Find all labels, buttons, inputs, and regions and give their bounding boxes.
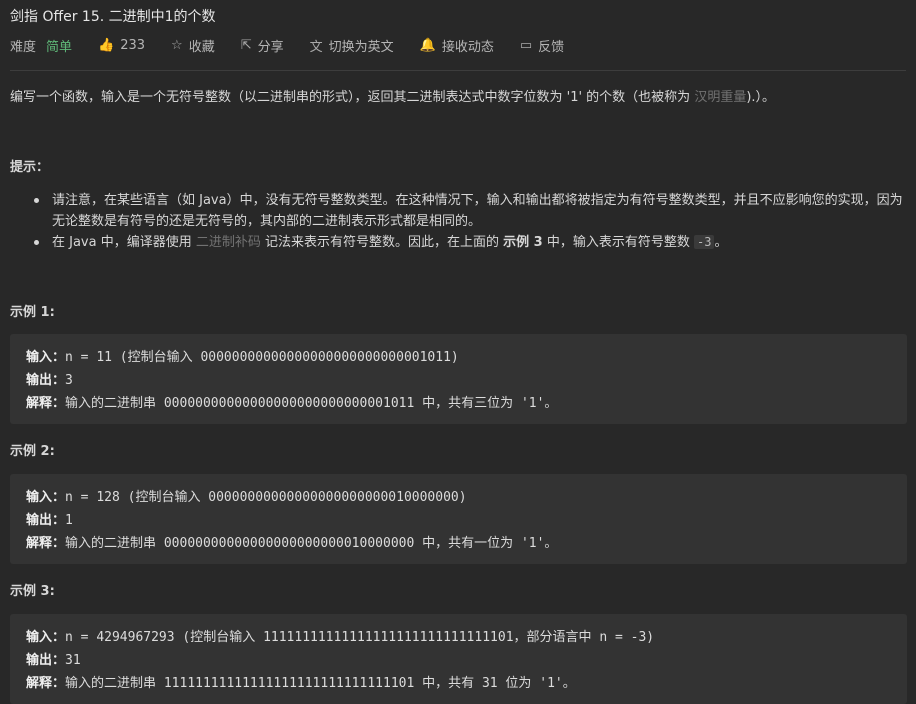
input-value: n = 4294967293 (控制台输入 111111111111111111… (65, 630, 655, 645)
hints-title: 提示： (10, 160, 50, 175)
example-output-line: 输出：1 (26, 509, 73, 528)
like-count: 233 (120, 37, 146, 53)
explain-value: 输入的二进制串 00000000000000000000000010000000… (65, 536, 558, 551)
example-title: 示例 2: (10, 444, 55, 459)
example-box: 输入：n = 128 (控制台输入 0000000000000000000000… (10, 474, 907, 564)
favorite-button[interactable]: ☆ 收藏 (171, 36, 215, 55)
twos-complement-link[interactable]: 二进制补码 (196, 235, 261, 250)
output-label: 输出： (26, 373, 66, 388)
problem-title: 剑指 Offer 15. 二进制中1的个数 (10, 9, 216, 25)
inline-code: -3 (693, 235, 715, 249)
example-explain-line: 解释：输入的二进制串 00000000000000000000000000001… (26, 392, 557, 411)
hint-text: 在 Java 中，编译器使用 (52, 235, 196, 250)
translate-icon: 文 (309, 39, 323, 55)
input-label: 输入： (26, 630, 66, 645)
hint-text: 请注意，在某些语言（如 Java）中，没有无符号整数类型。在这种情况下，输入和输… (52, 193, 903, 229)
problem-description: 编写一个函数，输入是一个无符号整数（以二进制串的形式），返回其二进制表达式中数字… (10, 86, 906, 105)
example-box: 输入：n = 4294967293 (控制台输入 111111111111111… (10, 614, 907, 704)
difficulty: 难度 简单 (10, 36, 72, 55)
example-input-line: 输入：n = 11 (控制台输入 00000000000000000000000… (26, 346, 459, 365)
example-box: 输入：n = 11 (控制台输入 00000000000000000000000… (10, 334, 907, 424)
output-label: 输出： (26, 653, 66, 668)
divider (10, 70, 906, 71)
explain-value: 输入的二进制串 00000000000000000000000000001011… (65, 396, 558, 411)
difficulty-label: 难度 (10, 39, 37, 55)
explain-label: 解释： (26, 536, 66, 551)
hamming-weight-link[interactable]: 汉明重量 (694, 90, 746, 105)
input-label: 输入： (26, 350, 66, 365)
star-icon: ☆ (171, 37, 183, 53)
favorite-label: 收藏 (188, 39, 215, 55)
notify-label: 接收动态 (441, 39, 494, 55)
example-explain-line: 解释：输入的二进制串 00000000000000000000000010000… (26, 532, 557, 551)
input-value: n = 128 (控制台输入 0000000000000000000000001… (65, 490, 467, 505)
difficulty-badge: 简单 (46, 39, 73, 55)
hint-text: 中，输入表示有符号整数 (542, 235, 694, 250)
example-explain-line: 解释：输入的二进制串 11111111111111111111111111111… (26, 672, 576, 691)
switch-language-label: 切换为英文 (328, 39, 394, 55)
share-icon: ⇱ (240, 37, 252, 53)
example-title: 示例 1: (10, 305, 55, 320)
bell-icon: 🔔 (419, 37, 436, 53)
share-label: 分享 (257, 39, 284, 55)
notify-button[interactable]: 🔔 接收动态 (420, 36, 494, 55)
hint-text: 记法来表示有符号整数。因此，在上面的 (260, 235, 504, 250)
share-button[interactable]: ⇱ 分享 (241, 36, 284, 55)
example-input-line: 输入：n = 128 (控制台输入 0000000000000000000000… (26, 486, 467, 505)
like-button[interactable]: 👍 233 (98, 38, 145, 53)
meta-bar: 难度 简单 👍 233 ☆ 收藏 ⇱ 分享 文 切换为英文 🔔 接收动态 ▭ 反… (10, 36, 590, 55)
hints-list: 请注意，在某些语言（如 Java）中，没有无符号整数类型。在这种情况下，输入和输… (30, 190, 906, 253)
feedback-button[interactable]: ▭ 反馈 (520, 36, 564, 55)
output-label: 输出： (26, 513, 66, 528)
explain-label: 解释： (26, 676, 66, 691)
example-title: 示例 3: (10, 584, 55, 599)
hint-item: 请注意，在某些语言（如 Java）中，没有无符号整数类型。在这种情况下，输入和输… (30, 190, 906, 232)
description-suffix: ).）。 (746, 90, 776, 105)
example-output-line: 输出：3 (26, 369, 73, 388)
output-value: 3 (65, 373, 73, 388)
hint-text: 。 (714, 235, 728, 250)
description-text: 编写一个函数，输入是一个无符号整数（以二进制串的形式），返回其二进制表达式中数字… (10, 90, 695, 105)
explain-label: 解释： (26, 396, 66, 411)
explain-value: 输入的二进制串 11111111111111111111111111111101… (65, 676, 576, 691)
example-ref: 示例 3 (503, 235, 543, 250)
feedback-label: 反馈 (538, 39, 565, 55)
message-icon: ▭ (519, 37, 533, 53)
input-label: 输入： (26, 490, 66, 505)
example-input-line: 输入：n = 4294967293 (控制台输入 111111111111111… (26, 626, 654, 645)
example-output-line: 输出：31 (26, 649, 81, 668)
thumbs-up-icon: 👍 (98, 37, 115, 53)
output-value: 1 (65, 513, 73, 528)
input-value: n = 11 (控制台输入 00000000000000000000000000… (65, 350, 459, 365)
switch-language-button[interactable]: 文 切换为英文 (310, 36, 394, 55)
output-value: 31 (65, 653, 81, 668)
hint-item: 在 Java 中，编译器使用 二进制补码 记法来表示有符号整数。因此，在上面的 … (30, 232, 906, 253)
